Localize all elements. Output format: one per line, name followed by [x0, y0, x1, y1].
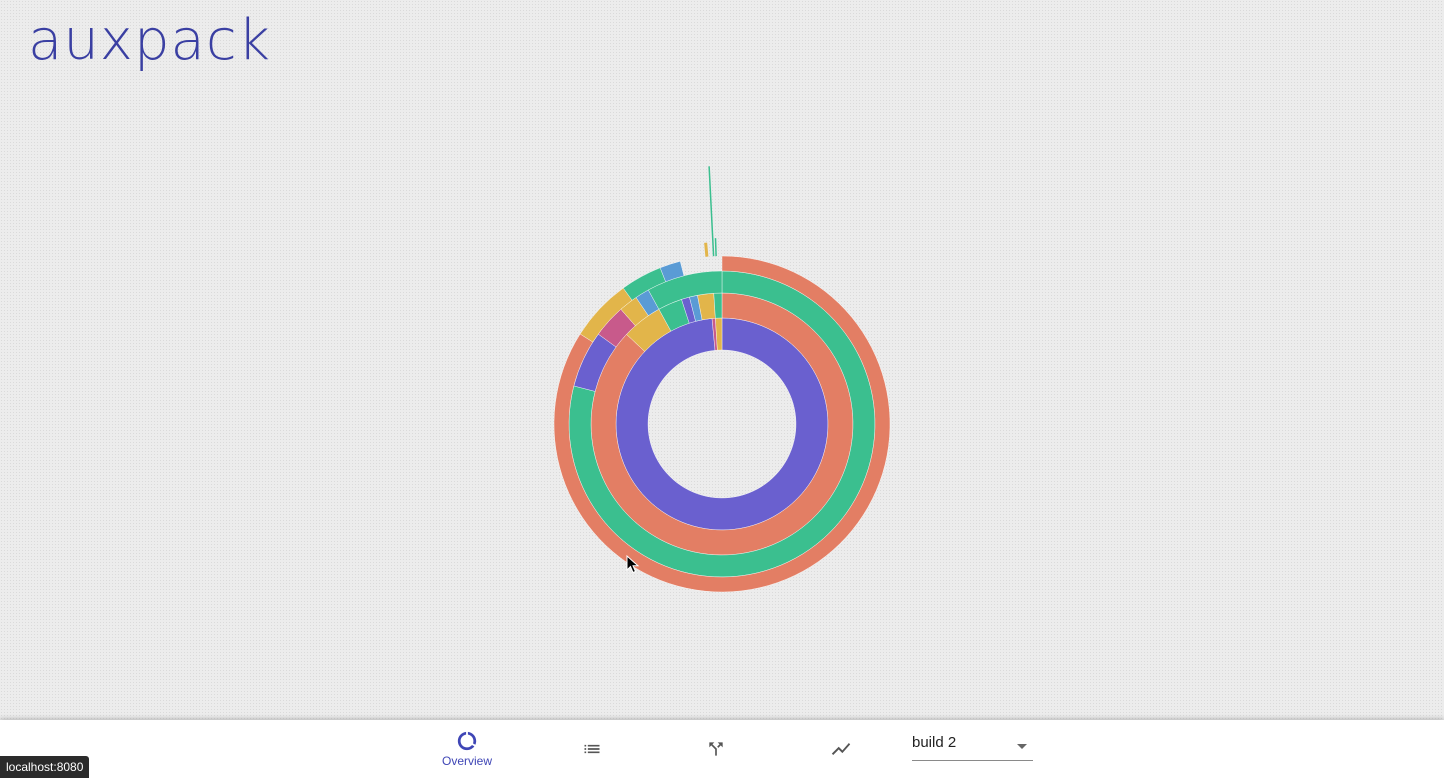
list-icon [584, 744, 600, 754]
donut-chart-icon [457, 731, 477, 751]
status-url-tooltip: localhost:8080 [0, 756, 90, 778]
nav-overview[interactable]: Overview [417, 720, 517, 778]
sunburst-chart[interactable] [0, 0, 1444, 720]
nav-trends[interactable] [791, 720, 891, 778]
nav-overview-label: Overview [441, 754, 492, 768]
sunburst-spike-1[interactable] [708, 166, 715, 257]
sunburst-spike-2[interactable] [714, 238, 717, 257]
nav-merge[interactable] [666, 720, 766, 778]
nav-list[interactable] [542, 720, 642, 778]
chevron-down-icon [1017, 744, 1027, 749]
mouse-cursor-icon [626, 555, 640, 574]
bottom-navigation: Overview build 2 [0, 720, 1444, 778]
build-select-value: build 2 [912, 734, 957, 751]
trending-icon [831, 743, 851, 755]
merge-icon [709, 742, 723, 756]
sunburst-segment-1-6[interactable] [713, 292, 723, 319]
sunburst-spike-0[interactable] [704, 242, 709, 257]
build-select[interactable]: build 2 [912, 732, 1033, 761]
